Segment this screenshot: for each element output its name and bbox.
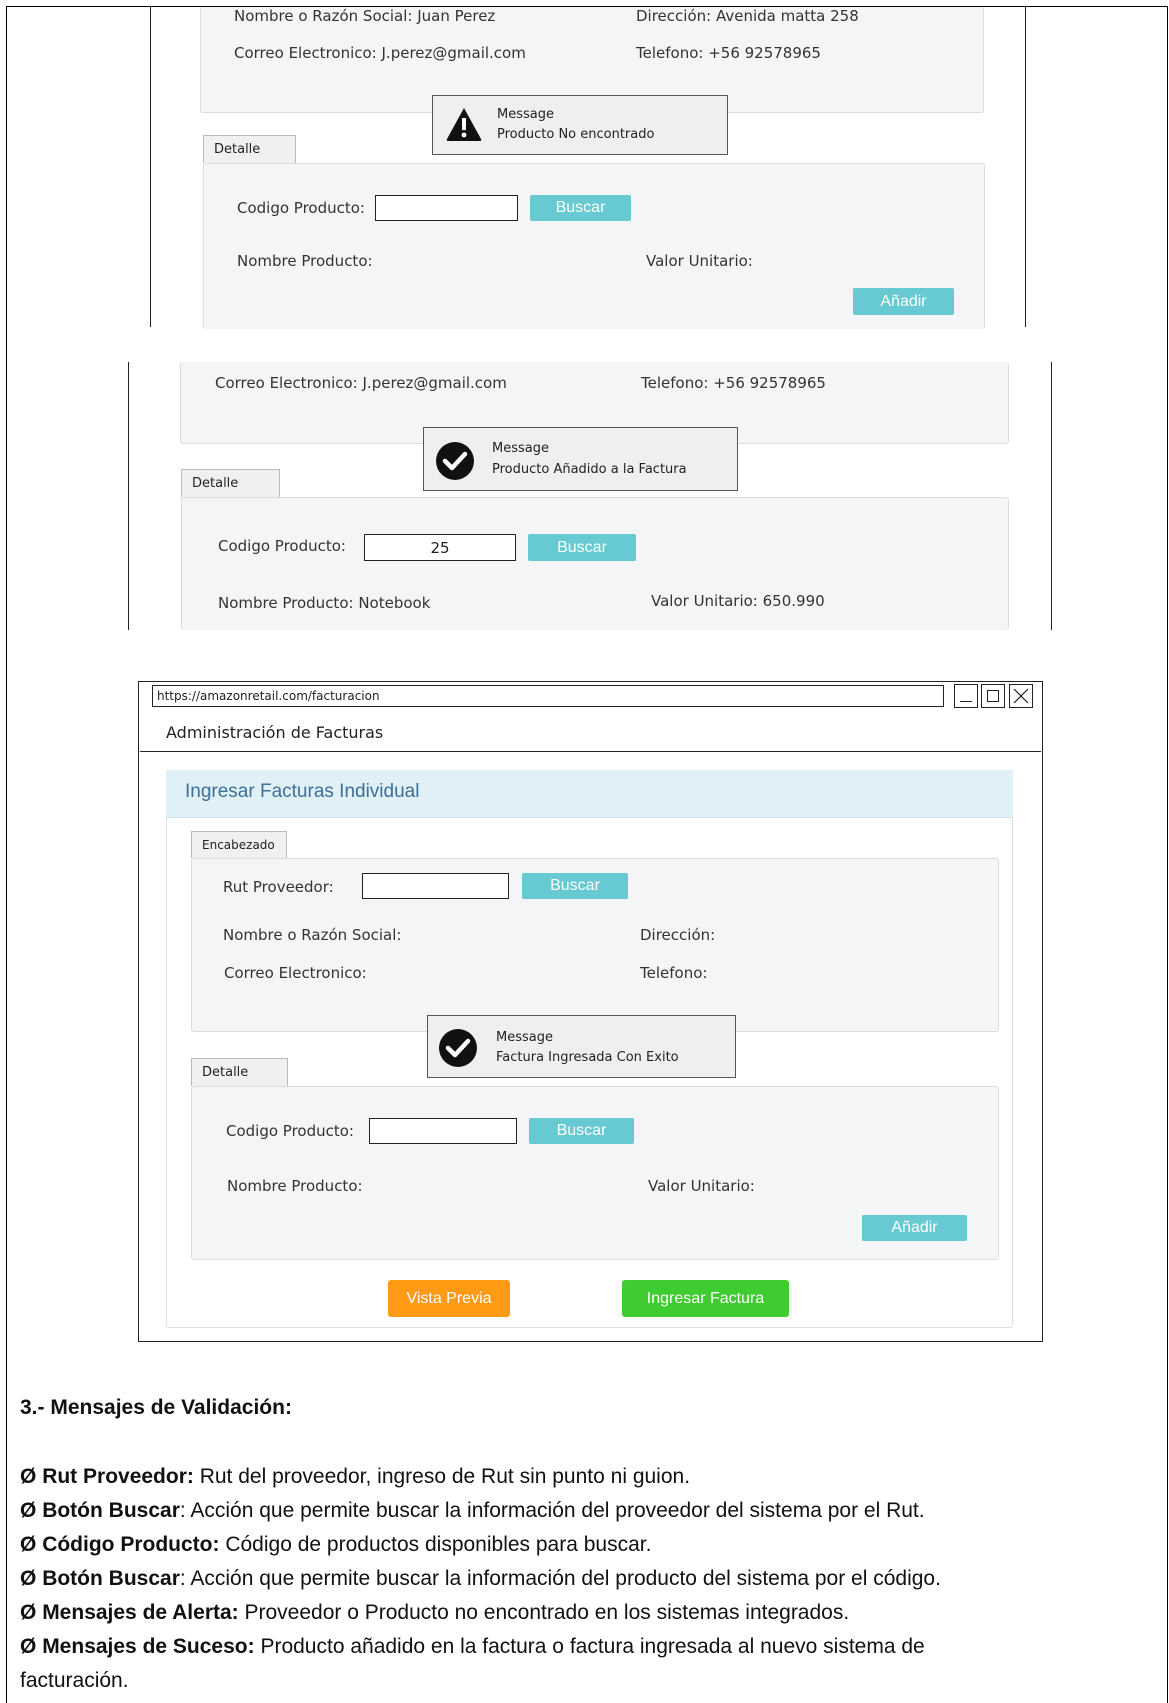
bullet-icon: Ø <box>20 1465 37 1488</box>
right-edge <box>1051 362 1052 630</box>
spec-text: Proveedor o Producto no encontrado en lo… <box>238 1601 850 1624</box>
right-edge <box>1025 7 1026 327</box>
maximize-icon <box>987 690 999 702</box>
left-edge <box>150 7 151 327</box>
valor-unitario-label: Valor Unitario: <box>646 252 753 270</box>
spec-item: Ø Código Producto: Código de productos d… <box>20 1533 651 1557</box>
codigo-producto-input[interactable] <box>369 1118 517 1144</box>
warning-icon <box>446 108 482 141</box>
tab-encabezado[interactable]: Encabezado <box>191 831 287 858</box>
spec-text: Producto añadido en la factura o factura… <box>254 1635 925 1658</box>
direccion-label: Dirección: <box>640 926 716 944</box>
section-heading: 3.- Mensajes de Validación: <box>20 1396 292 1419</box>
panel-title: Ingresar Facturas Individual <box>185 781 420 802</box>
nombre-producto: Nombre Producto: Notebook <box>218 594 431 612</box>
buscar-proveedor-button[interactable]: Buscar <box>522 873 628 899</box>
correo-electronico-label: Correo Electronico: <box>224 964 367 982</box>
tab-detalle[interactable]: Detalle <box>203 135 296 163</box>
alert-message: Message Producto No encontrado <box>432 95 728 155</box>
spec-term: Mensajes de Alerta: <box>42 1601 239 1624</box>
buscar-producto-button[interactable]: Buscar <box>529 1118 634 1144</box>
check-circle-icon <box>439 1029 477 1067</box>
spec-text: Código de productos disponibles para bus… <box>219 1533 652 1556</box>
check-circle-icon <box>436 442 474 480</box>
spec-term: Mensajes de Suceso: <box>42 1635 255 1658</box>
spec-item: Ø Mensajes de Alerta: Proveedor o Produc… <box>20 1601 849 1625</box>
message-text: Producto Añadido a la Factura <box>492 462 687 477</box>
codigo-producto-label: Codigo Producto: <box>237 199 365 217</box>
codigo-producto-input[interactable] <box>375 195 518 221</box>
message-title: Message <box>496 1030 553 1045</box>
success-message: Message Producto Añadido a la Factura <box>423 427 738 491</box>
minimize-icon <box>960 701 972 702</box>
nombre-razon-social-label: Nombre o Razón Social: <box>223 926 402 944</box>
buscar-button[interactable]: Buscar <box>528 534 636 561</box>
spec-continuation: facturación. <box>20 1669 129 1692</box>
spec-term: Código Producto: <box>42 1533 220 1556</box>
codigo-producto-label: Codigo Producto: <box>226 1122 354 1140</box>
anadir-button[interactable]: Añadir <box>862 1215 967 1241</box>
spec-term: Rut Proveedor: <box>42 1465 194 1488</box>
tab-detalle[interactable]: Detalle <box>191 1058 288 1086</box>
telefono: Telefono: +56 92578965 <box>636 44 821 62</box>
bullet-icon: Ø <box>20 1601 37 1624</box>
minimize-button[interactable] <box>954 684 978 708</box>
spec-term: Botón Buscar <box>42 1499 180 1522</box>
bullet-icon: Ø <box>20 1533 37 1556</box>
message-text: Factura Ingresada Con Exito <box>496 1050 679 1065</box>
success-message: Message Factura Ingresada Con Exito <box>427 1015 736 1078</box>
spec-item: Ø Botón Buscar: Acción que permite busca… <box>20 1499 925 1523</box>
codigo-producto-input[interactable]: 25 <box>364 534 516 561</box>
telefono: Telefono: +56 92578965 <box>641 374 826 392</box>
url-bar[interactable]: https://amazonretail.com/facturacion <box>152 685 944 707</box>
spec-item: Ø Mensajes de Suceso: Producto añadido e… <box>20 1635 925 1659</box>
nombre-razon-social: Nombre o Razón Social: Juan Perez <box>234 7 496 25</box>
spec-item: Ø Rut Proveedor: Rut del proveedor, ingr… <box>20 1465 690 1489</box>
direccion: Dirección: Avenida matta 258 <box>636 7 859 25</box>
spec-text: : Acción que permite buscar la informaci… <box>179 1499 925 1522</box>
rut-proveedor-input[interactable] <box>362 873 509 899</box>
spec-text: Rut del proveedor, ingreso de Rut sin pu… <box>193 1465 691 1488</box>
spec-term: Botón Buscar <box>42 1567 180 1590</box>
spec-item: Ø Botón Buscar: Acción que permite busca… <box>20 1567 941 1591</box>
correo-electronico: Correo Electronico: J.perez@gmail.com <box>234 44 526 62</box>
telefono-label: Telefono: <box>640 964 708 982</box>
bullet-icon: Ø <box>20 1567 37 1590</box>
message-title: Message <box>492 441 549 456</box>
correo-electronico: Correo Electronico: J.perez@gmail.com <box>215 374 507 392</box>
nombre-producto-label: Nombre Producto: <box>237 252 373 270</box>
spec-text: : Acción que permite buscar la informaci… <box>179 1567 941 1590</box>
close-icon <box>1013 688 1029 704</box>
app-title: Administración de Facturas <box>166 723 384 742</box>
bullet-icon: Ø <box>20 1635 37 1658</box>
maximize-button[interactable] <box>981 684 1005 708</box>
ingresar-factura-button[interactable]: Ingresar Factura <box>622 1280 789 1317</box>
valor-unitario: Valor Unitario: 650.990 <box>651 592 825 610</box>
tab-detalle[interactable]: Detalle <box>181 469 280 497</box>
message-title: Message <box>497 107 554 122</box>
valor-unitario-label: Valor Unitario: <box>648 1177 755 1195</box>
vista-previa-button[interactable]: Vista Previa <box>388 1280 510 1317</box>
buscar-button[interactable]: Buscar <box>530 195 631 221</box>
nombre-producto-label: Nombre Producto: <box>227 1177 363 1195</box>
anadir-button[interactable]: Añadir <box>853 288 954 315</box>
title-divider <box>140 751 1041 752</box>
rut-proveedor-label: Rut Proveedor: <box>223 878 334 896</box>
codigo-producto-label: Codigo Producto: <box>218 537 346 555</box>
bullet-icon: Ø <box>20 1499 37 1522</box>
close-button[interactable] <box>1009 684 1033 708</box>
left-edge <box>128 362 129 630</box>
message-text: Producto No encontrado <box>497 127 655 142</box>
